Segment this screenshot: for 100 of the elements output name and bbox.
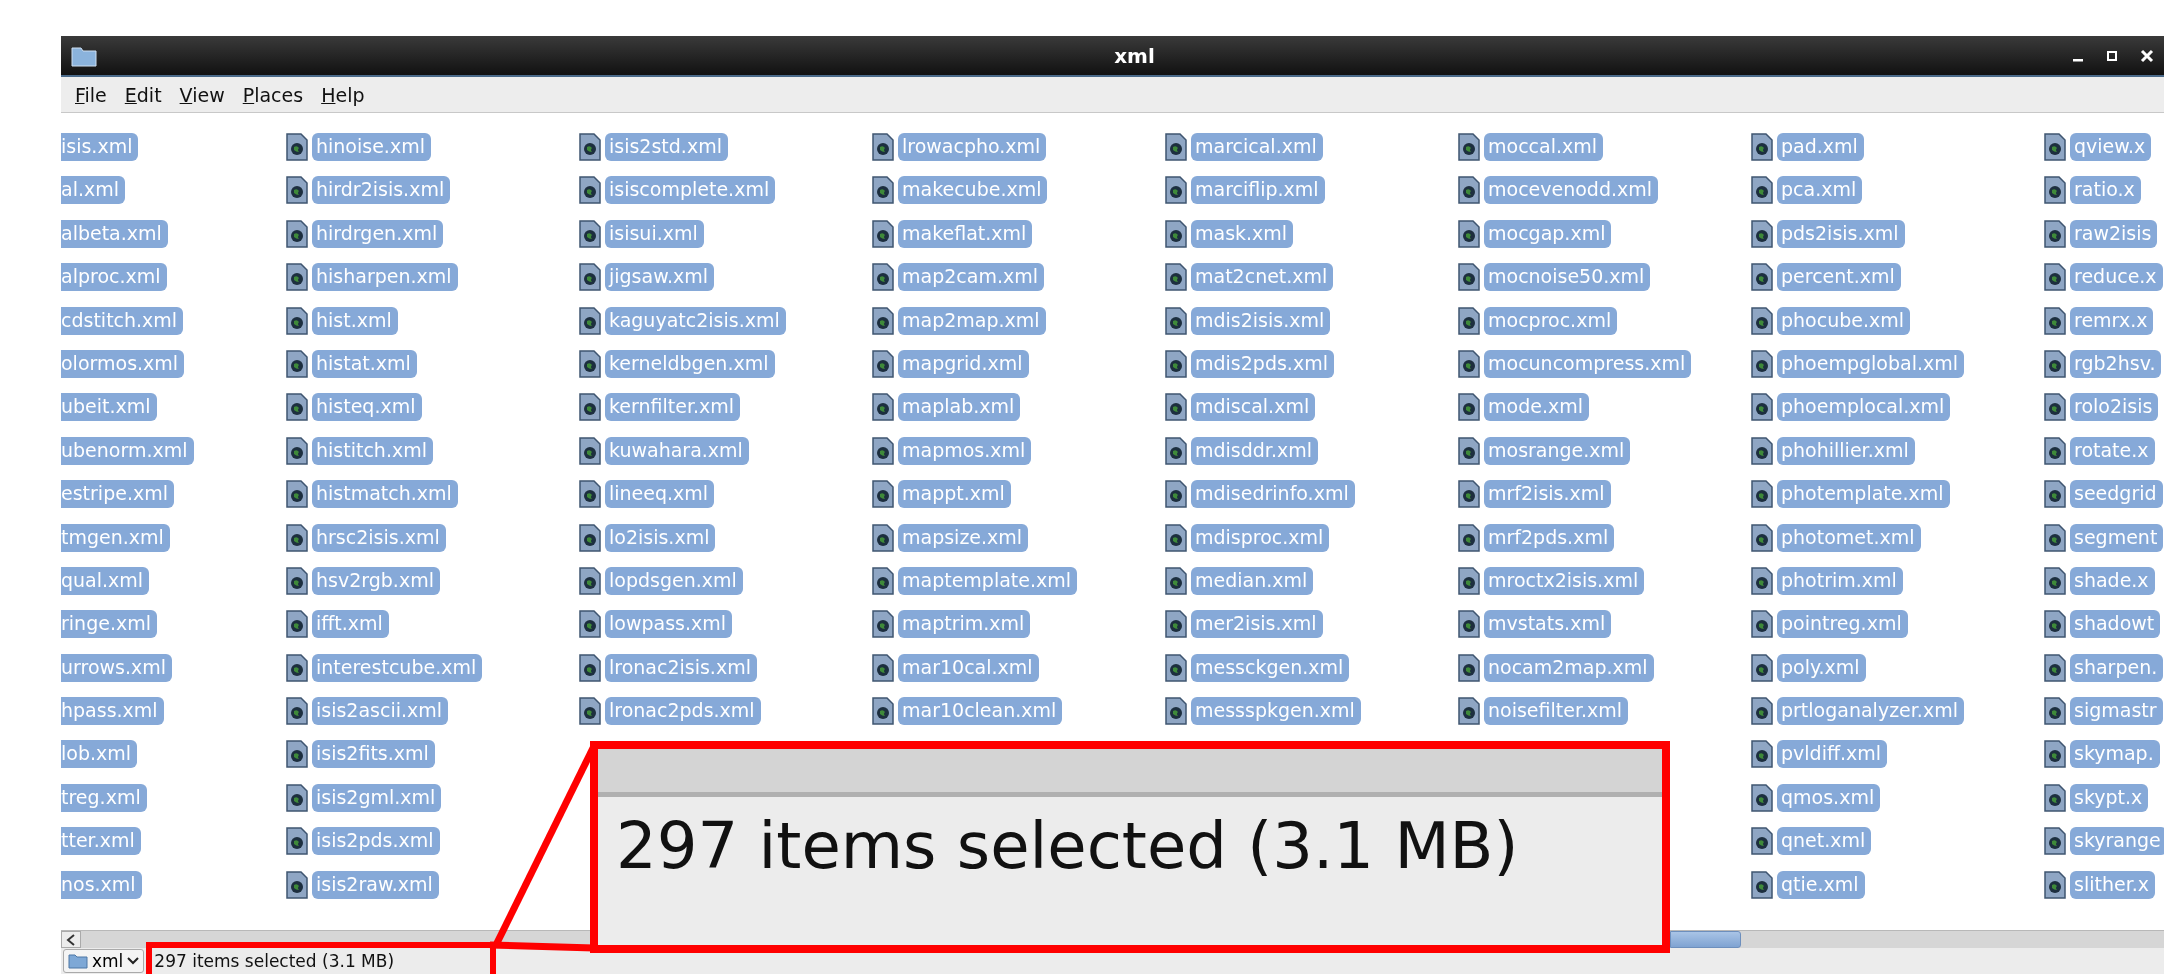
- file-name[interactable]: skymap.: [2070, 740, 2160, 769]
- file-name[interactable]: maptrim.xml: [898, 610, 1031, 639]
- file-name[interactable]: lronac2pds.xml: [605, 697, 761, 726]
- file-name[interactable]: isis2pds.xml: [312, 827, 440, 856]
- file-name[interactable]: raw2isis: [2070, 219, 2158, 248]
- file-name[interactable]: kaguyatc2isis.xml: [605, 306, 786, 335]
- file-name[interactable]: lo2isis.xml: [605, 523, 716, 552]
- file-name[interactable]: qual.xml: [61, 566, 150, 595]
- file-name[interactable]: estripe.xml: [61, 480, 174, 509]
- file-name[interactable]: mappt.xml: [898, 480, 1011, 509]
- file-name[interactable]: isisui.xml: [605, 219, 704, 248]
- close-icon[interactable]: [2140, 48, 2154, 63]
- file-name[interactable]: phocube.xml: [1777, 306, 1911, 335]
- file-name[interactable]: seedgrid: [2070, 480, 2163, 509]
- file-name[interactable]: isis2gml.xml: [312, 783, 442, 812]
- file-name[interactable]: makecube.xml: [898, 176, 1048, 205]
- file-name[interactable]: nocam2map.xml: [1484, 653, 1654, 682]
- file-name[interactable]: maplab.xml: [898, 393, 1021, 422]
- file-name[interactable]: rolo2isis: [2070, 393, 2159, 422]
- file-name[interactable]: mdiscal.xml: [1191, 393, 1316, 422]
- file-name[interactable]: isis2fits.xml: [312, 740, 435, 769]
- file-name[interactable]: mdisedrinfo.xml: [1191, 480, 1355, 509]
- file-name[interactable]: moccal.xml: [1484, 133, 1604, 161]
- file-name[interactable]: shadowt: [2070, 610, 2161, 639]
- file-name[interactable]: qview.x: [2070, 133, 2152, 161]
- menu-item[interactable]: File: [69, 81, 113, 108]
- file-name[interactable]: mode.xml: [1484, 393, 1589, 422]
- file-name[interactable]: median.xml: [1191, 566, 1314, 595]
- file-name[interactable]: percent.xml: [1777, 263, 1901, 292]
- file-name[interactable]: histitch.xml: [312, 436, 433, 465]
- file-name[interactable]: isis.xml: [61, 133, 139, 161]
- file-name[interactable]: interestcube.xml: [312, 653, 483, 682]
- file-name[interactable]: photrim.xml: [1777, 566, 1903, 595]
- file-name[interactable]: remrx.x: [2070, 306, 2154, 335]
- file-name[interactable]: lineeq.xml: [605, 480, 715, 509]
- file-name[interactable]: reduce.x: [2070, 263, 2163, 292]
- file-name[interactable]: mdisddr.xml: [1191, 436, 1318, 465]
- file-name[interactable]: albeta.xml: [61, 219, 168, 248]
- file-name[interactable]: ringe.xml: [61, 610, 157, 639]
- file-name[interactable]: lob.xml: [61, 740, 138, 769]
- file-name[interactable]: histeq.xml: [312, 393, 422, 422]
- file-name[interactable]: mask.xml: [1191, 219, 1294, 248]
- menu-item[interactable]: Edit: [118, 81, 168, 108]
- file-name[interactable]: alproc.xml: [61, 263, 167, 292]
- file-name[interactable]: isiscomplete.xml: [605, 176, 776, 205]
- file-name[interactable]: mat2cnet.xml: [1191, 263, 1334, 292]
- file-name[interactable]: mocgap.xml: [1484, 219, 1612, 248]
- file-name[interactable]: treg.xml: [61, 783, 147, 812]
- file-name[interactable]: isis2raw.xml: [312, 870, 439, 899]
- file-name[interactable]: hirdr2isis.xml: [312, 176, 451, 205]
- file-name[interactable]: histat.xml: [312, 349, 417, 378]
- file-name[interactable]: mdis2pds.xml: [1191, 349, 1334, 378]
- menu-item[interactable]: View: [173, 81, 231, 108]
- file-name[interactable]: phoempglobal.xml: [1777, 349, 1964, 378]
- file-name[interactable]: histmatch.xml: [312, 480, 458, 509]
- file-name[interactable]: photomet.xml: [1777, 523, 1921, 552]
- file-name[interactable]: qmos.xml: [1777, 783, 1881, 812]
- scrollbar-thumb[interactable]: [1670, 931, 1741, 948]
- file-name[interactable]: lopdsgen.xml: [605, 566, 743, 595]
- file-name[interactable]: photemplate.xml: [1777, 480, 1950, 509]
- file-name[interactable]: hist.xml: [312, 306, 398, 335]
- file-name[interactable]: mdisproc.xml: [1191, 523, 1330, 552]
- file-name[interactable]: lronac2isis.xml: [605, 653, 757, 682]
- file-name[interactable]: prtloganalyzer.xml: [1777, 697, 1964, 726]
- file-name[interactable]: urrows.xml: [61, 653, 173, 682]
- menu-item[interactable]: Help: [315, 81, 371, 108]
- file-name[interactable]: poly.xml: [1777, 653, 1866, 682]
- file-name[interactable]: lrowacpho.xml: [898, 133, 1047, 161]
- file-name[interactable]: pad.xml: [1777, 133, 1864, 161]
- file-name[interactable]: segment: [2070, 523, 2164, 552]
- file-name[interactable]: qnet.xml: [1777, 827, 1872, 856]
- file-name[interactable]: jigsaw.xml: [605, 263, 715, 292]
- file-name[interactable]: tmgen.xml: [61, 523, 170, 552]
- file-name[interactable]: mar10clean.xml: [898, 697, 1063, 726]
- file-name[interactable]: marciflip.xml: [1191, 176, 1325, 205]
- maximize-icon[interactable]: [2106, 49, 2118, 62]
- file-name[interactable]: mdis2isis.xml: [1191, 306, 1331, 335]
- file-name[interactable]: mocproc.xml: [1484, 306, 1618, 335]
- file-name[interactable]: messckgen.xml: [1191, 653, 1350, 682]
- file-name[interactable]: lowpass.xml: [605, 610, 732, 639]
- file-name[interactable]: al.xml: [61, 176, 125, 205]
- file-name[interactable]: phohillier.xml: [1777, 436, 1915, 465]
- file-name[interactable]: mrf2pds.xml: [1484, 523, 1615, 552]
- file-name[interactable]: nos.xml: [61, 870, 142, 899]
- file-name[interactable]: cdstitch.xml: [61, 306, 184, 335]
- file-name[interactable]: isis2std.xml: [605, 133, 728, 161]
- file-name[interactable]: mocnoise50.xml: [1484, 263, 1651, 292]
- file-name[interactable]: mrf2isis.xml: [1484, 480, 1611, 509]
- file-name[interactable]: mvstats.xml: [1484, 610, 1612, 639]
- file-name[interactable]: hrsc2isis.xml: [312, 523, 446, 552]
- file-name[interactable]: ubenorm.xml: [61, 436, 194, 465]
- file-name[interactable]: mapsize.xml: [898, 523, 1029, 552]
- file-name[interactable]: kerneldbgen.xml: [605, 349, 775, 378]
- file-name[interactable]: skypt.x: [2070, 783, 2149, 812]
- file-name[interactable]: maptemplate.xml: [898, 566, 1078, 595]
- file-name[interactable]: phoemplocal.xml: [1777, 393, 1951, 422]
- file-name[interactable]: hinoise.xml: [312, 133, 431, 161]
- file-name[interactable]: sharpen.: [2070, 653, 2164, 682]
- file-name[interactable]: mapgrid.xml: [898, 349, 1029, 378]
- file-name[interactable]: mar10cal.xml: [898, 653, 1039, 682]
